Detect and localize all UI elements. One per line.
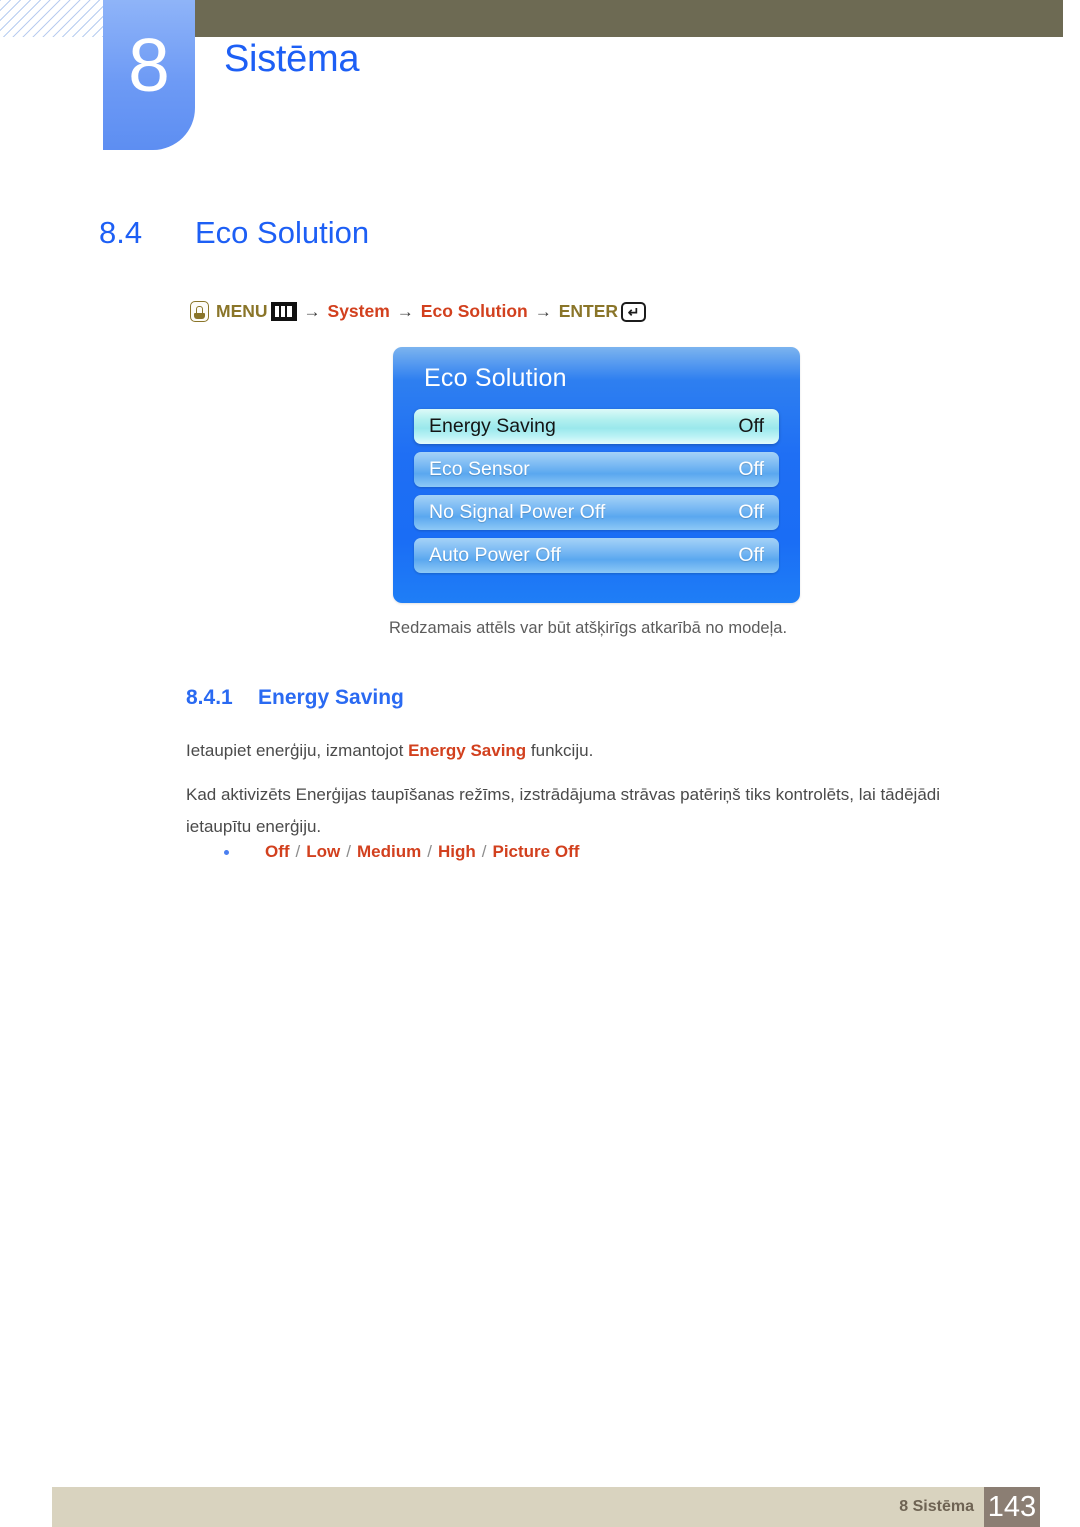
header-olive-bar xyxy=(195,0,1063,37)
breadcrumb-step-system: System xyxy=(327,300,390,321)
osd-item-value: Off xyxy=(738,415,764,437)
option-high: High xyxy=(437,842,476,861)
page-footer: 8 Sistēma 143 xyxy=(52,1487,1040,1527)
option-off: Off xyxy=(265,842,290,861)
osd-item-value: Off xyxy=(738,458,764,480)
breadcrumb-arrow-3: → xyxy=(534,302,552,321)
option-low: Low xyxy=(306,842,341,861)
hand-pointer-icon xyxy=(190,301,209,322)
footer-chapter-label: 8 Sistēma xyxy=(899,1498,974,1515)
osd-menu-panel: Eco Solution Energy Saving Off Eco Senso… xyxy=(393,347,800,603)
option-separator: / xyxy=(295,842,301,861)
paragraph-text-after: funkciju. xyxy=(526,741,594,760)
osd-item-label: Energy Saving xyxy=(429,415,556,437)
option-separator: / xyxy=(481,842,487,861)
osd-panel-title: Eco Solution xyxy=(424,364,567,392)
menu-bars-icon xyxy=(270,302,297,321)
hatch-pattern-decoration xyxy=(0,0,103,37)
subsection-number: 8.4.1 xyxy=(186,686,233,709)
subsection-title: Energy Saving xyxy=(258,686,404,709)
breadcrumb-arrow-1: → xyxy=(303,302,321,321)
subsection-heading: 8.4.1 Energy Saving xyxy=(186,686,404,710)
osd-item-label: Eco Sensor xyxy=(429,458,530,480)
osd-menu-item-no-signal-power-off[interactable]: No Signal Power Off Off xyxy=(414,495,779,530)
chapter-number-badge: 8 xyxy=(103,0,195,150)
option-picture-off: Picture Off xyxy=(492,842,580,861)
paragraph-text-before: Ietaupiet enerģiju, izmantojot xyxy=(186,741,409,760)
chapter-title: Sistēma xyxy=(224,38,360,80)
menu-button-label: MENU xyxy=(216,300,268,321)
section-title: Eco Solution xyxy=(195,215,370,250)
footer-page-number: 143 xyxy=(984,1487,1040,1527)
osd-menu-item-eco-sensor[interactable]: Eco Sensor Off xyxy=(414,452,779,487)
option-medium: Medium xyxy=(357,842,422,861)
enter-button-label: ENTER xyxy=(558,300,619,321)
page-header: 8 Sistēma xyxy=(0,0,1080,160)
section-heading: 8.4 Eco Solution xyxy=(99,215,369,251)
menu-path-breadcrumb: MENU → System → Eco Solution → ENTER ↵ xyxy=(190,300,647,322)
breadcrumb-arrow-2: → xyxy=(396,302,414,321)
option-separator: / xyxy=(346,842,352,861)
osd-item-value: Off xyxy=(738,501,764,523)
breadcrumb-step-eco-solution: Eco Solution xyxy=(420,300,528,321)
figure-caption: Redzamais attēls var būt atšķirīgs atkar… xyxy=(389,619,788,637)
enter-return-icon: ↵ xyxy=(621,301,647,322)
option-separator: / xyxy=(427,842,432,861)
options-bullet-item: Off / Low / Medium / High / Picture Off xyxy=(224,842,579,862)
body-paragraph-1: Ietaupiet enerģiju, izmantojot Energy Sa… xyxy=(186,735,976,767)
osd-menu-item-auto-power-off[interactable]: Auto Power Off Off xyxy=(414,538,779,573)
paragraph-keyword: Energy Saving xyxy=(408,741,527,760)
section-number: 8.4 xyxy=(99,215,143,250)
body-paragraph-2: Kad aktivizēts Enerģijas taupīšanas režī… xyxy=(186,785,941,836)
osd-menu-item-energy-saving[interactable]: Energy Saving Off xyxy=(414,409,779,444)
osd-menu-list: Energy Saving Off Eco Sensor Off No Sign… xyxy=(414,409,779,581)
bullet-dot-icon xyxy=(224,849,229,855)
osd-item-label: No Signal Power Off xyxy=(429,501,606,523)
osd-item-value: Off xyxy=(738,544,764,566)
osd-item-label: Auto Power Off xyxy=(429,544,561,566)
